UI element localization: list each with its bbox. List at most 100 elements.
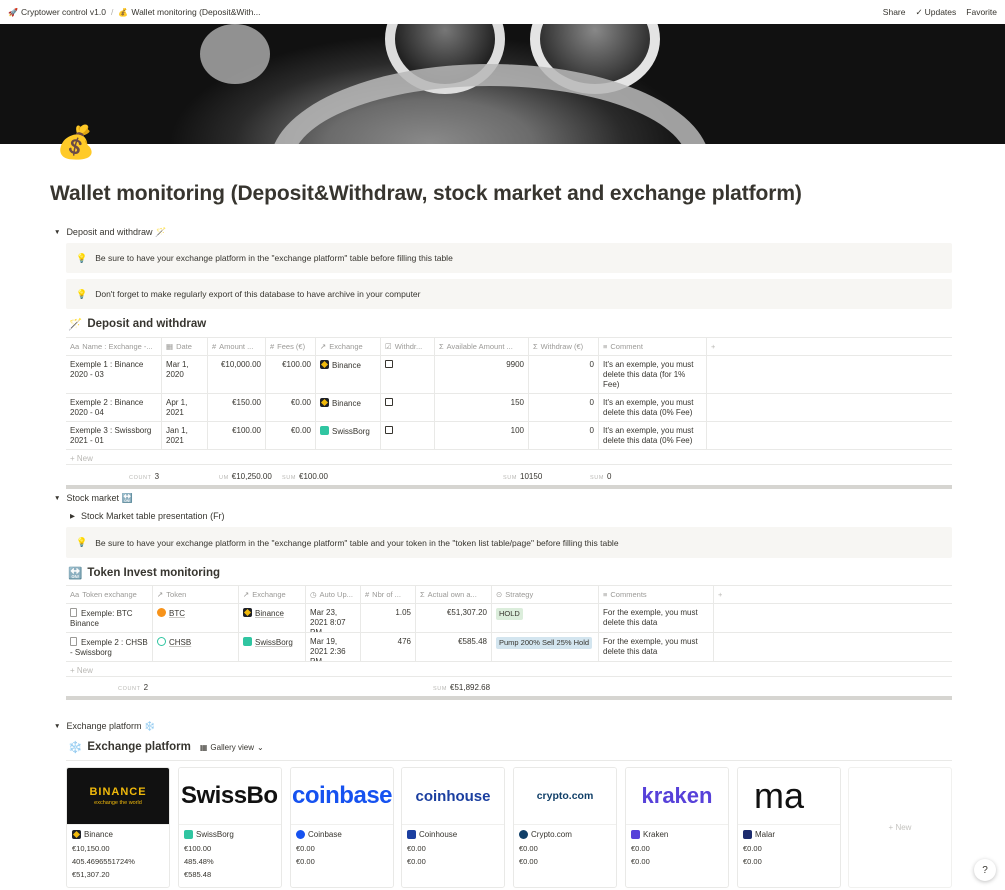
column-header[interactable]: ▦ Date xyxy=(162,338,208,355)
page-icon[interactable]: 💰 xyxy=(56,122,96,162)
cell-date[interactable]: Apr 1, 2021 xyxy=(162,394,208,421)
cell-comment[interactable]: For the exemple, you must delete this da… xyxy=(599,633,714,661)
page-title[interactable]: Wallet monitoring (Deposit&Withdraw, sto… xyxy=(50,182,802,206)
row-name[interactable]: Exemple 2 : CHSB - Swissborg xyxy=(70,638,148,657)
triangle-right-icon[interactable]: ▶ xyxy=(70,512,75,520)
calc-sum-amount[interactable]: UM €10,250.00 xyxy=(219,472,272,481)
calc-sum-own[interactable]: SUM €51,892.68 xyxy=(433,683,490,692)
cell-amount[interactable]: €100.00 xyxy=(208,422,266,449)
strategy-tag[interactable]: HOLD xyxy=(496,608,523,620)
exchange-card[interactable]: coinbase Coinbase €0.00 €0.00 xyxy=(290,767,394,888)
column-header[interactable]: Σ Withdraw (€) xyxy=(529,338,599,355)
table-row[interactable]: Exemple 2 : Binance 2020 - 04 Apr 1, 2021… xyxy=(66,394,952,422)
row-name[interactable]: Exemple: BTC Binance xyxy=(70,609,133,628)
cell-comment[interactable]: It's an exemple, you must delete this da… xyxy=(599,356,707,393)
cell-name[interactable]: Exemple 3 : Swissborg 2021 - 01 xyxy=(66,422,162,449)
database-title-token[interactable]: 🔛 Token Invest monitoring xyxy=(68,566,220,580)
cell-comment[interactable]: It's an exemple, you must delete this da… xyxy=(599,422,707,449)
cell-exchange[interactable]: Binance xyxy=(239,604,306,632)
breadcrumb-workspace[interactable]: Cryptower control v1.0 xyxy=(21,7,106,17)
cell-strategy[interactable]: Pump 200% Sell 25% Hold xyxy=(492,633,599,661)
cell-token[interactable]: CHSB xyxy=(153,633,239,661)
column-header[interactable]: # Nbr of ... xyxy=(361,586,416,603)
card-title[interactable]: Kraken xyxy=(626,825,728,842)
cell-name[interactable]: Exemple 2 : Binance 2020 - 04 xyxy=(66,394,162,421)
token-link[interactable]: BTC xyxy=(169,609,185,618)
add-column-button[interactable]: + xyxy=(714,586,952,603)
breadcrumb-page[interactable]: Wallet monitoring (Deposit&With... xyxy=(131,7,260,17)
column-header[interactable]: Σ Actual own a... xyxy=(416,586,492,603)
table-row[interactable]: Exemple 2 : CHSB - Swissborg CHSB SwissBor… xyxy=(66,633,952,662)
cell-fees[interactable]: €0.00 xyxy=(266,422,316,449)
toggle-stock-market[interactable]: ▼ Stock market 🔛 xyxy=(54,493,133,504)
column-header[interactable]: Aa Name : Exchange -... xyxy=(66,338,162,355)
triangle-down-icon[interactable]: ▼ xyxy=(54,495,60,502)
table-row[interactable]: Exemple 3 : Swissborg 2021 - 01 Jan 1, 20… xyxy=(66,422,952,450)
calc-sum-fees[interactable]: SUM €100.00 xyxy=(282,472,328,481)
exchange-card[interactable]: crypto.com Crypto.com €0.00 €0.00 xyxy=(513,767,617,888)
token-link[interactable]: CHSB xyxy=(169,638,191,647)
column-header[interactable]: ↗ Exchange xyxy=(239,586,306,603)
exchange-link[interactable]: SwissBorg xyxy=(255,638,293,647)
exchange-card[interactable]: SwissBo SwissBorg €100.00 485.48% €585.48 xyxy=(178,767,282,888)
card-title[interactable]: Binance xyxy=(67,825,169,842)
favorite-button[interactable]: Favorite xyxy=(966,7,997,17)
column-header[interactable]: ⊙ Strategy xyxy=(492,586,599,603)
add-column-button[interactable]: + xyxy=(707,338,952,355)
gallery-view-switcher[interactable]: ▦ Gallery view ⌄ xyxy=(200,743,264,752)
column-header[interactable]: # Fees (€) xyxy=(266,338,316,355)
cell-name[interactable]: Exemple 1 : Binance 2020 - 03 xyxy=(66,356,162,393)
exchange-card[interactable]: coinhouse Coinhouse €0.00 €0.00 xyxy=(401,767,505,888)
calc-count[interactable]: COUNT 2 xyxy=(118,683,148,692)
table-scrollbar[interactable] xyxy=(66,696,952,700)
toggle-exchange-platform[interactable]: ▼ Exchange platform ❄️ xyxy=(54,721,155,732)
column-header[interactable]: Σ Available Amount ... xyxy=(435,338,529,355)
cell-withdrawn[interactable] xyxy=(381,422,435,449)
share-button[interactable]: Share xyxy=(883,7,906,17)
table-row[interactable]: Exemple: BTC Binance BTC Binance Mar 23, 20… xyxy=(66,604,952,633)
cell-withdrawn[interactable] xyxy=(381,394,435,421)
database-title-exchange[interactable]: ❄️ Exchange platform ▦ Gallery view ⌄ xyxy=(68,740,264,754)
cell-nbr[interactable]: 476 xyxy=(361,633,416,661)
new-card-button[interactable]: + New xyxy=(848,767,952,888)
column-header[interactable]: ↗ Exchange xyxy=(316,338,381,355)
card-title[interactable]: SwissBorg xyxy=(179,825,281,842)
cell-amount[interactable]: €10,000.00 xyxy=(208,356,266,393)
cell-comment[interactable]: For the exemple, you must delete this da… xyxy=(599,604,714,632)
cell-fees[interactable]: €0.00 xyxy=(266,394,316,421)
checkbox[interactable] xyxy=(385,360,393,368)
triangle-down-icon[interactable]: ▼ xyxy=(54,723,60,730)
exchange-link[interactable]: Binance xyxy=(332,361,361,370)
checkbox[interactable] xyxy=(385,426,393,434)
cell-date[interactable]: Jan 1, 2021 xyxy=(162,422,208,449)
cell-date[interactable]: Mar 1, 2020 xyxy=(162,356,208,393)
column-header[interactable]: Aa Token exchange xyxy=(66,586,153,603)
triangle-down-icon[interactable]: ▼ xyxy=(54,229,60,236)
cell-fees[interactable]: €100.00 xyxy=(266,356,316,393)
column-header[interactable]: ↗ Token xyxy=(153,586,239,603)
card-title[interactable]: Coinbase xyxy=(291,825,393,842)
calc-sum-available[interactable]: SUM 10150 xyxy=(503,472,542,481)
cell-exchange[interactable]: Binance xyxy=(316,356,381,393)
cell-strategy[interactable]: HOLD xyxy=(492,604,599,632)
column-header[interactable]: # Amount ... xyxy=(208,338,266,355)
toggle-deposit-withdraw[interactable]: ▼ Deposit and withdraw 🪄 xyxy=(54,227,166,238)
cell-exchange[interactable]: SwissBorg xyxy=(316,422,381,449)
table-scrollbar[interactable] xyxy=(66,485,952,489)
exchange-link[interactable]: Binance xyxy=(332,399,361,408)
column-header[interactable]: ≡ Comment xyxy=(599,338,707,355)
cell-token[interactable]: BTC xyxy=(153,604,239,632)
cell-name[interactable]: Exemple: BTC Binance xyxy=(66,604,153,632)
column-header[interactable]: ≡ Comments xyxy=(599,586,714,603)
exchange-card[interactable]: kraken Kraken €0.00 €0.00 xyxy=(625,767,729,888)
card-title[interactable]: Crypto.com xyxy=(514,825,616,842)
exchange-link[interactable]: Binance xyxy=(255,609,284,618)
column-header[interactable]: ☑ Withdr... xyxy=(381,338,435,355)
card-title[interactable]: Malar xyxy=(738,825,840,842)
help-button[interactable]: ? xyxy=(974,859,996,881)
strategy-tag[interactable]: Pump 200% Sell 25% Hold xyxy=(496,637,593,649)
cell-amount[interactable]: €150.00 xyxy=(208,394,266,421)
card-title[interactable]: Coinhouse xyxy=(402,825,504,842)
column-header[interactable]: ◷ Auto Up... xyxy=(306,586,361,603)
database-title-deposit[interactable]: 🪄 Deposit and withdraw xyxy=(68,317,206,331)
